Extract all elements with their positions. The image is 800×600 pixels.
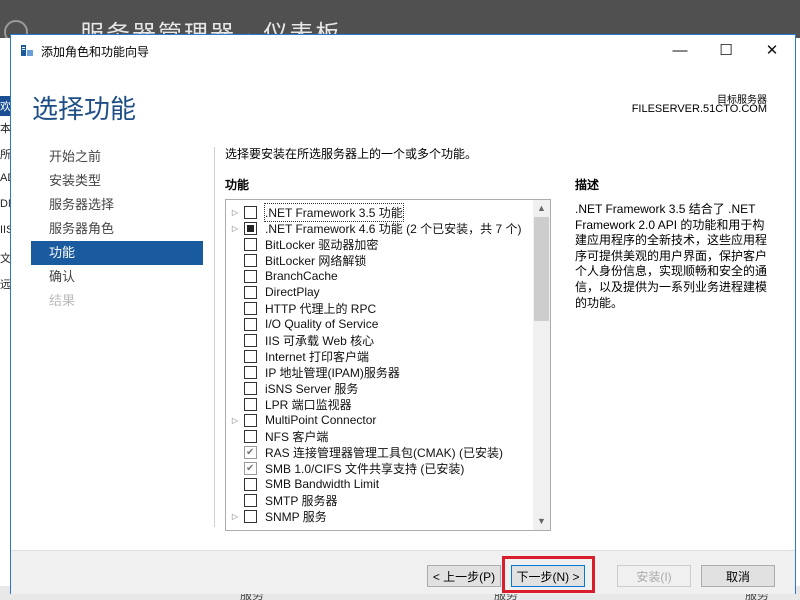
feature-checkbox[interactable]: [244, 349, 257, 363]
add-roles-features-wizard: 添加角色和功能向导 — ☐ ✕ 选择功能 目标服务器 FILESERVER.51…: [10, 34, 796, 594]
feature-label[interactable]: .NET Framework 4.6 功能 (2 个已安装，共 7 个): [265, 220, 521, 237]
next-button[interactable]: 下一步(N) >: [511, 565, 585, 587]
feature-row[interactable]: I/O Quality of Service: [226, 316, 534, 332]
feature-label[interactable]: LPR 端口监视器: [265, 396, 352, 413]
feature-row[interactable]: SMB 1.0/CIFS 文件共享支持 (已安装): [226, 460, 534, 476]
server-manager-icon: [21, 45, 33, 56]
feature-row[interactable]: DirectPlay: [226, 284, 534, 300]
scroll-down-icon[interactable]: ▼: [533, 513, 550, 530]
feature-label[interactable]: MultiPoint Connector: [265, 413, 376, 427]
wizard-nav: 开始之前 安装类型 服务器选择 服务器角色 功能 确认 结果: [31, 145, 203, 313]
vertical-scrollbar[interactable]: ▲ ▼: [533, 200, 550, 530]
feature-checkbox[interactable]: [244, 413, 257, 427]
feature-label[interactable]: I/O Quality of Service: [265, 317, 378, 331]
nav-item-results: 结果: [49, 293, 76, 308]
target-server-name: FILESERVER.51CTO.COM: [631, 103, 767, 115]
feature-checkbox[interactable]: [244, 493, 257, 507]
server-manager-titlebar: 服务器管理器 · 仪表板: [0, 0, 800, 48]
feature-label[interactable]: Internet 打印客户端: [265, 348, 369, 365]
description-text: .NET Framework 3.5 结合了 .NET Framework 2.…: [575, 202, 768, 310]
feature-checkbox[interactable]: [244, 333, 257, 347]
feature-label[interactable]: .NET Framework 3.5 功能: [264, 202, 404, 222]
minimize-button[interactable]: —: [657, 35, 703, 65]
feature-checkbox: [244, 445, 257, 459]
feature-checkbox[interactable]: [244, 301, 257, 315]
feature-row[interactable]: ▷ .NET Framework 4.6 功能 (2 个已安装，共 7 个): [226, 220, 534, 236]
feature-tree-list[interactable]: ▲ ▼ ▷ .NET Framework 3.5 功能 ▷ .NET Framewor…: [225, 199, 551, 531]
feature-row[interactable]: IP 地址管理(IPAM)服务器: [226, 364, 534, 380]
feature-row[interactable]: NFS 客户端: [226, 428, 534, 444]
instruction-text: 选择要安装在所选服务器上的一个或多个功能。: [225, 147, 478, 161]
feature-label[interactable]: IIS 可承载 Web 核心: [265, 332, 374, 349]
feature-checkbox[interactable]: [244, 269, 257, 283]
description-heading: 描述: [575, 178, 600, 192]
feature-label[interactable]: iSNS Server 服务: [265, 380, 358, 397]
nav-item-server-selection[interactable]: 服务器选择: [31, 193, 203, 217]
scroll-up-icon[interactable]: ▲: [533, 200, 550, 217]
scroll-thumb[interactable]: [534, 217, 549, 321]
wizard-footer: < 上一步(P) 下一步(N) > 安装(I) 取消: [11, 550, 795, 594]
feature-label[interactable]: SMB Bandwidth Limit: [265, 477, 379, 491]
feature-checkbox[interactable]: [244, 285, 257, 299]
feature-row[interactable]: ▷ .NET Framework 3.5 功能: [226, 202, 534, 222]
feature-checkbox[interactable]: [244, 509, 257, 523]
expand-arrow-icon[interactable]: ▷: [226, 224, 244, 233]
feature-checkbox[interactable]: [244, 317, 257, 331]
feature-checkbox[interactable]: [244, 477, 257, 491]
previous-button[interactable]: < 上一步(P): [427, 565, 501, 587]
feature-checkbox[interactable]: [244, 365, 257, 379]
maximize-button[interactable]: ☐: [703, 35, 749, 65]
expand-arrow-icon[interactable]: ▷: [226, 416, 244, 425]
feature-label[interactable]: DirectPlay: [265, 285, 320, 299]
feature-checkbox[interactable]: [244, 381, 257, 395]
feature-label[interactable]: BitLocker 驱动器加密: [265, 236, 378, 253]
feature-checkbox[interactable]: [244, 429, 257, 443]
feature-label[interactable]: BitLocker 网络解锁: [265, 252, 366, 269]
feature-row[interactable]: ▷ MultiPoint Connector: [226, 412, 534, 428]
feature-label[interactable]: BranchCache: [265, 269, 338, 283]
feature-row[interactable]: Internet 打印客户端: [226, 348, 534, 364]
wizard-titlebar[interactable]: 添加角色和功能向导 — ☐ ✕: [11, 35, 795, 65]
feature-label[interactable]: SMTP 服务器: [265, 492, 337, 509]
feature-row[interactable]: BitLocker 驱动器加密: [226, 236, 534, 252]
expand-arrow-icon[interactable]: ▷: [226, 512, 244, 521]
nav-item-before-you-begin[interactable]: 开始之前: [31, 145, 203, 169]
feature-label[interactable]: IP 地址管理(IPAM)服务器: [265, 364, 400, 381]
feature-row[interactable]: LPR 端口监视器: [226, 396, 534, 412]
feature-label[interactable]: HTTP 代理上的 RPC: [265, 300, 376, 317]
feature-row[interactable]: RAS 连接管理器管理工具包(CMAK) (已安装): [226, 444, 534, 460]
nav-item-installation-type[interactable]: 安装类型: [31, 169, 203, 193]
nav-divider: [214, 147, 215, 527]
feature-row[interactable]: SMB Bandwidth Limit: [226, 476, 534, 492]
feature-label[interactable]: NFS 客户端: [265, 428, 328, 445]
close-button[interactable]: ✕: [749, 35, 795, 65]
feature-label[interactable]: SNMP 服务: [265, 508, 327, 525]
cancel-button[interactable]: 取消: [701, 565, 775, 587]
wizard-title: 添加角色和功能向导: [41, 45, 150, 59]
feature-row[interactable]: iSNS Server 服务: [226, 380, 534, 396]
feature-row[interactable]: ▷ SNMP 服务: [226, 508, 534, 524]
server-manager-right-edge: [796, 38, 800, 600]
feature-row[interactable]: HTTP 代理上的 RPC: [226, 300, 534, 316]
features-heading: 功能: [225, 178, 250, 192]
feature-row[interactable]: BitLocker 网络解锁: [226, 252, 534, 268]
feature-checkbox[interactable]: [244, 397, 257, 411]
feature-row[interactable]: SMTP 服务器: [226, 492, 534, 508]
feature-checkbox[interactable]: [244, 253, 257, 267]
feature-row[interactable]: IIS 可承载 Web 核心: [226, 332, 534, 348]
feature-label[interactable]: SMB 1.0/CIFS 文件共享支持 (已安装): [265, 460, 464, 477]
install-button: 安装(I): [617, 565, 691, 587]
nav-item-confirmation[interactable]: 确认: [31, 265, 203, 289]
nav-item-features[interactable]: 功能: [31, 241, 203, 265]
expand-arrow-icon[interactable]: ▷: [226, 208, 244, 217]
feature-row[interactable]: BranchCache: [226, 268, 534, 284]
feature-checkbox[interactable]: [244, 237, 257, 251]
nav-item-server-roles[interactable]: 服务器角色: [31, 217, 203, 241]
feature-checkbox[interactable]: [244, 221, 257, 235]
feature-checkbox: [244, 461, 257, 475]
feature-label[interactable]: RAS 连接管理器管理工具包(CMAK) (已安装): [265, 444, 503, 461]
page-title: 选择功能: [32, 95, 137, 125]
feature-checkbox[interactable]: [244, 205, 257, 219]
